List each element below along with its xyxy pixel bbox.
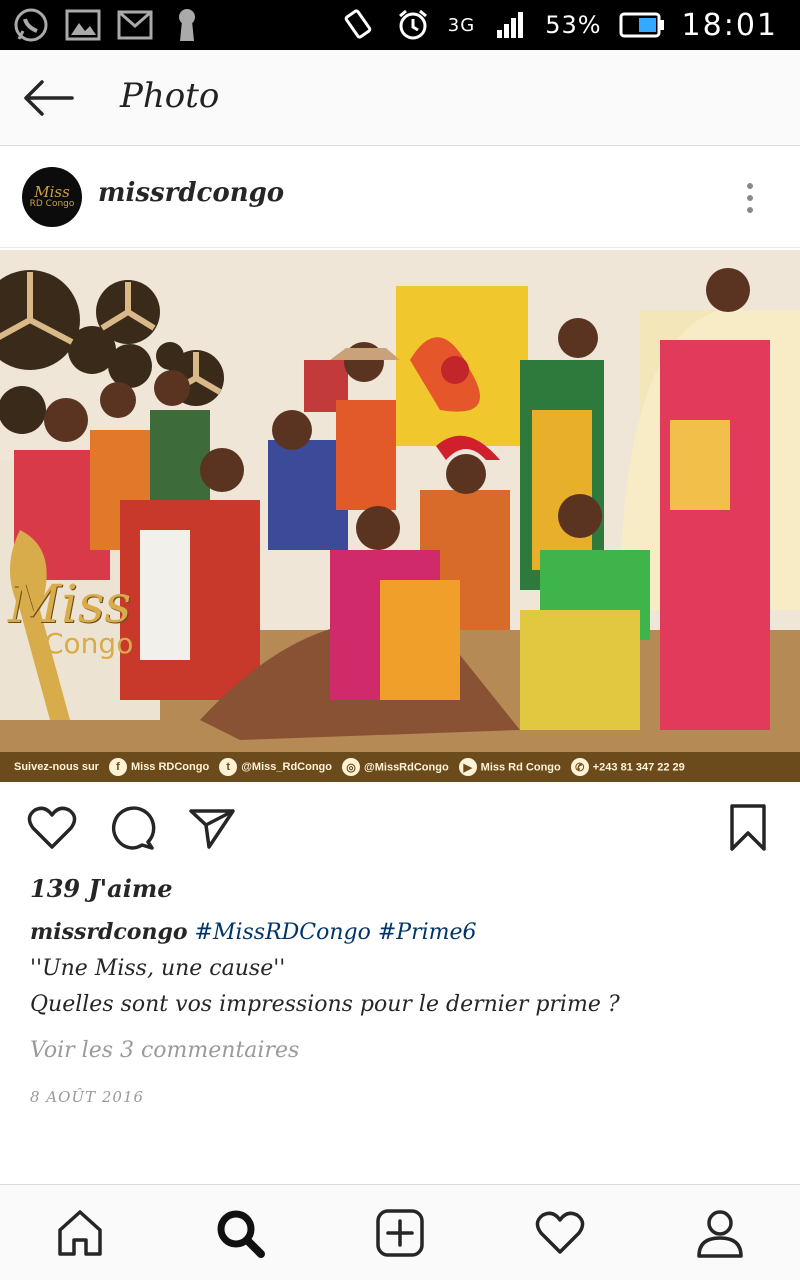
follow-label: Suivez-nous sur [14,761,99,773]
caption-line-3: Quelles sont vos impressions pour le der… [30,992,620,1017]
home-icon [58,1210,102,1256]
post-header: Miss RD Congo missrdcongo [0,148,800,248]
heart-outline-icon [27,806,77,849]
phone-text: +243 81 347 22 29 [592,761,685,774]
dot-icon [747,207,753,213]
status-bar-right: 3G 53% 18:01 [340,4,778,46]
twitter-icon: t [219,758,238,776]
like-button[interactable] [24,800,80,856]
like-count[interactable]: 139 J'aime [30,874,173,903]
phone-number: ✆ +243 81 347 22 29 [570,758,685,776]
instagram-text: @MissRdCongo [364,761,449,774]
watermark-congo: Congo [44,627,134,660]
twitter-handle: t @Miss_RdCongo [219,758,332,776]
instagram-icon: ◎ [342,758,360,776]
save-button[interactable] [720,800,776,856]
page-title: Photo [120,76,220,116]
post-photo[interactable]: Miss Congo Suivez-nous sur f Miss RDCongo… [0,250,800,782]
network-type: 3G [447,14,476,36]
app-header: Photo [0,50,800,146]
send-icon [189,809,235,849]
instagram-handle: ◎ @MissRdCongo [342,758,449,776]
status-bar-left [12,6,206,44]
nav-activity-button[interactable] [530,1203,590,1263]
caption-line-1: missrdcongo #MissRDCongo #Prime6 [30,914,780,951]
caption-username[interactable]: missrdcongo [30,919,188,945]
comment-bubble-icon [111,806,156,850]
dot-icon [747,195,753,201]
keyhole-icon [168,6,206,44]
status-bar: 3G 53% 18:01 [0,0,800,50]
facebook-handle: f Miss RDCongo [108,758,210,776]
post-username[interactable]: missrdcongo [98,178,284,208]
avatar[interactable]: Miss RD Congo [22,167,82,227]
rotate-icon [340,6,378,44]
hashtag-link[interactable]: #MissRDCongo [195,920,371,945]
nav-home-button[interactable] [50,1203,110,1263]
share-button[interactable] [184,800,240,856]
caption-line-2: ''Une Miss, une cause'' [30,956,286,981]
image-icon [64,6,102,44]
hashtag-link[interactable]: #Prime6 [378,920,477,945]
battery-icon [618,6,666,44]
twitter-text: @Miss_RdCongo [241,761,332,773]
nav-search-button[interactable] [210,1203,270,1263]
signal-icon [491,6,529,44]
youtube-icon: ▶ [458,758,477,776]
post-date: 8 AOÛT 2016 [30,1088,145,1106]
heart-icon [535,1211,585,1254]
gmail-icon [116,6,154,44]
add-icon [376,1209,424,1257]
arrow-left-icon [24,80,74,116]
watermark-miss: Miss [8,575,132,635]
back-button[interactable] [20,74,76,122]
photo-illustration [0,250,800,752]
bottom-nav [0,1184,800,1280]
dot-icon [747,183,753,189]
facebook-text: Miss RDCongo [130,761,210,773]
alarm-icon [394,6,432,44]
avatar-logo-text: Miss [34,183,70,201]
nav-profile-button[interactable] [690,1203,750,1263]
post-caption: missrdcongo #MissRDCongo #Prime6 ''Une M… [30,914,780,1023]
battery-percent: 53% [545,11,602,39]
view-comments-link[interactable]: Voir les 3 commentaires [30,1038,299,1063]
nav-add-button[interactable] [370,1203,430,1263]
more-options-button[interactable] [730,178,770,218]
comment-button[interactable] [104,800,160,856]
photo-social-band: Suivez-nous sur f Miss RDCongo t @Miss_RdC… [0,752,800,782]
post-actions [0,790,800,870]
phone-icon: ✆ [570,758,589,776]
profile-icon [697,1210,743,1258]
clock: 18:01 [681,7,778,43]
whatsapp-icon [12,6,50,44]
youtube-text: Miss Rd Congo [480,761,561,774]
bookmark-icon [730,804,766,851]
photo-watermark: Miss Congo [8,575,134,660]
search-icon [217,1210,265,1258]
avatar-logo-subtext: RD Congo [29,199,75,209]
facebook-icon: f [108,758,127,776]
youtube-handle: ▶ Miss Rd Congo [458,758,561,776]
